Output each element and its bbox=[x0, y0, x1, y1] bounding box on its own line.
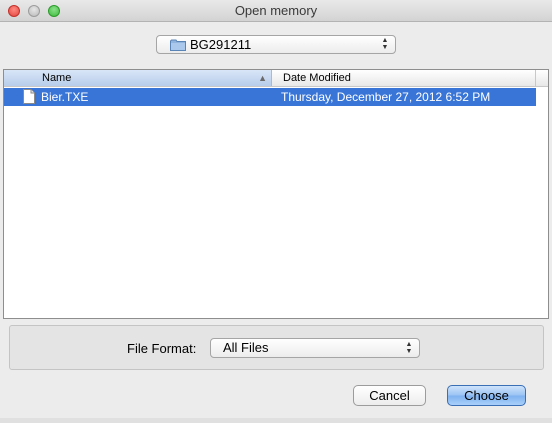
open-memory-dialog: Open memory BG291211 ▲ ▼ Name ▲ Date Modi… bbox=[0, 0, 552, 423]
folder-icon bbox=[170, 39, 186, 51]
popup-arrows-icon: ▲ ▼ bbox=[381, 37, 389, 51]
document-icon bbox=[23, 89, 35, 104]
sort-ascending-icon: ▲ bbox=[258, 73, 267, 83]
column-header-bar: Name ▲ Date Modified bbox=[4, 70, 548, 87]
column-divider bbox=[535, 70, 536, 86]
column-header-date-modified[interactable]: Date Modified bbox=[283, 71, 351, 85]
file-browser[interactable]: Name ▲ Date Modified Bier.TXE Thursday, … bbox=[3, 69, 549, 319]
window-title: Open memory bbox=[234, 3, 318, 18]
file-format-select[interactable]: All Files ▲ ▼ bbox=[210, 338, 420, 358]
column-name-label: Name bbox=[42, 72, 72, 84]
file-format-label: File Format: bbox=[127, 341, 197, 356]
location-label: BG291211 bbox=[190, 37, 252, 52]
file-row[interactable]: Bier.TXE Thursday, December 27, 2012 6:5… bbox=[4, 88, 536, 106]
title-bar[interactable]: Open memory bbox=[0, 0, 552, 22]
location-popup[interactable]: BG291211 ▲ ▼ bbox=[156, 35, 396, 54]
file-name: Bier.TXE bbox=[41, 90, 89, 104]
window-bottom-edge bbox=[0, 418, 552, 423]
select-arrows-icon: ▲ ▼ bbox=[405, 341, 413, 355]
cancel-button[interactable]: Cancel bbox=[353, 385, 426, 406]
file-date-modified: Thursday, December 27, 2012 6:52 PM bbox=[281, 90, 491, 104]
file-format-value: All Files bbox=[223, 340, 269, 355]
column-header-name[interactable]: Name ▲ bbox=[4, 70, 272, 86]
choose-button[interactable]: Choose bbox=[447, 385, 526, 406]
